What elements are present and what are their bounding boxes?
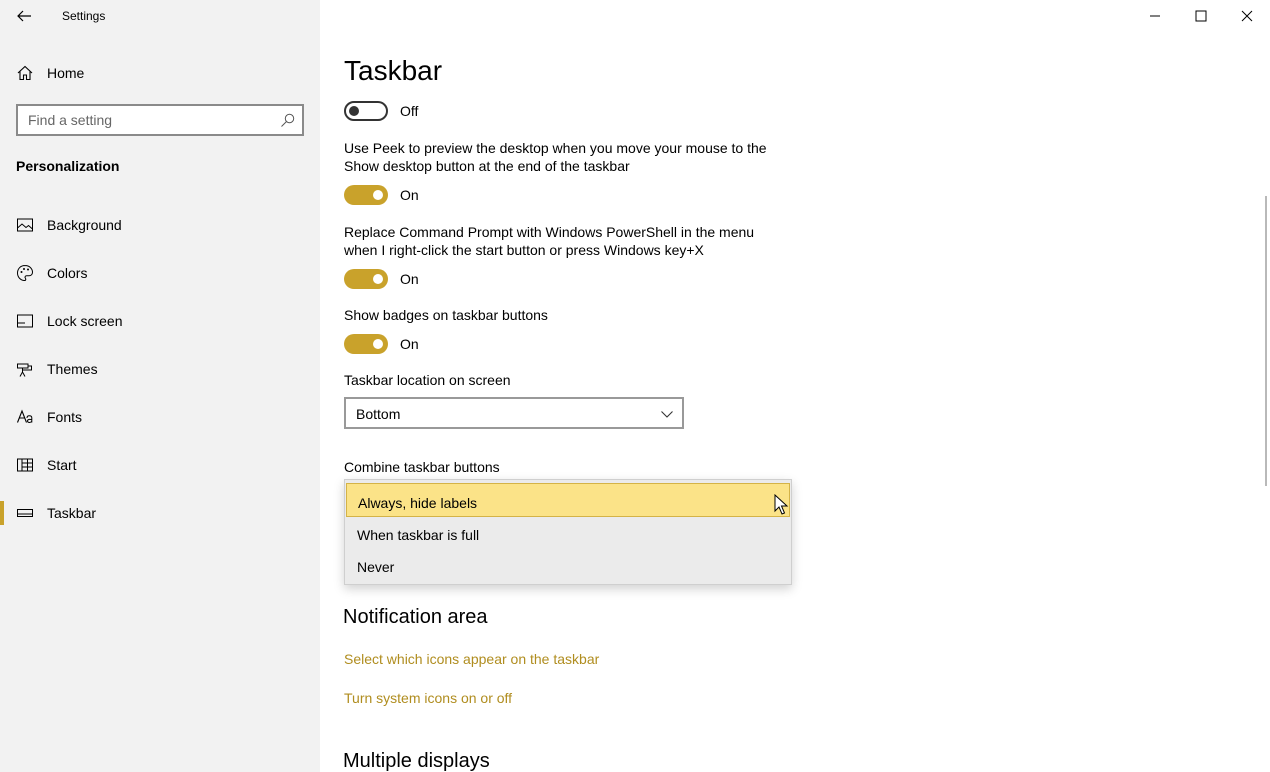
sidebar-item-background[interactable]: Background	[0, 205, 320, 245]
dropdown-option-when-full[interactable]: When taskbar is full	[346, 516, 790, 550]
toggle-row-peek: On	[344, 185, 419, 205]
sidebar-item-lock-screen[interactable]: Lock screen	[0, 301, 320, 341]
scrollbar[interactable]	[1265, 196, 1267, 486]
page-title: Taskbar	[344, 55, 443, 86]
dropdown-option-always[interactable]: Always, hide labels	[346, 483, 790, 517]
taskbar-icon	[17, 509, 33, 517]
select-value: Bottom	[356, 406, 401, 422]
app-title: Settings	[62, 9, 106, 23]
toggle-state-label: Off	[400, 103, 419, 119]
toggle-knob	[373, 274, 383, 284]
home-label: Home	[47, 65, 85, 81]
search-icon[interactable]	[280, 113, 295, 128]
toggle-knob	[373, 190, 383, 200]
toggle-state-label: On	[400, 187, 419, 203]
toggle-state-label: On	[400, 271, 419, 287]
window-controls	[1132, 0, 1270, 32]
mouse-cursor-icon	[774, 494, 789, 515]
chevron-down-icon	[661, 411, 673, 418]
badges-toggle[interactable]	[344, 334, 388, 354]
system-icons-link[interactable]: Turn system icons on or off	[344, 690, 512, 706]
sidebar-item-label: Colors	[47, 265, 88, 281]
minimize-button[interactable]	[1132, 0, 1178, 32]
section-heading: Personalization	[16, 158, 120, 174]
sidebar-item-taskbar[interactable]: Taskbar	[0, 493, 320, 533]
powershell-setting-description: Replace Command Prompt with Windows Powe…	[344, 224, 755, 258]
toggle-knob	[373, 339, 383, 349]
back-button[interactable]	[8, 1, 40, 31]
toggle-state-label: On	[400, 336, 419, 352]
maximize-icon	[1195, 10, 1207, 22]
sidebar-item-label: Background	[47, 217, 122, 233]
title-bar: Settings	[0, 0, 320, 32]
taskbar-location-select[interactable]: Bottom	[344, 397, 684, 429]
palette-icon	[16, 264, 34, 282]
close-button[interactable]	[1224, 0, 1270, 32]
combine-label: Combine taskbar buttons	[344, 459, 500, 475]
peek-setting-description: Use Peek to preview the desktop when you…	[344, 140, 767, 174]
sidebar-item-start[interactable]: Start	[0, 445, 320, 485]
option-label: Never	[357, 559, 395, 575]
sidebar: Settings Home Personalization Background…	[0, 0, 320, 772]
close-icon	[1241, 10, 1253, 22]
sidebar-item-label: Fonts	[47, 409, 83, 425]
notification-area-heading: Notification area	[343, 606, 488, 628]
powershell-toggle[interactable]	[344, 269, 388, 289]
maximize-button[interactable]	[1178, 0, 1224, 32]
main-content: Taskbar Off Use Peek to preview the desk…	[320, 0, 1270, 772]
sidebar-item-fonts[interactable]: Fonts	[0, 397, 320, 437]
sidebar-item-home[interactable]: Home	[0, 56, 320, 90]
toggle-switch[interactable]	[344, 101, 388, 121]
badges-setting-description: Show badges on taskbar buttons	[344, 307, 548, 323]
sidebar-item-label: Taskbar	[47, 505, 97, 521]
toggle-row-top: Off	[344, 101, 418, 121]
option-label: Always, hide labels	[358, 495, 478, 511]
home-icon	[17, 65, 33, 81]
sidebar-item-colors[interactable]: Colors	[0, 253, 320, 293]
search-input[interactable]	[18, 106, 268, 134]
select-icons-link[interactable]: Select which icons appear on the taskbar	[344, 651, 599, 667]
peek-toggle[interactable]	[344, 185, 388, 205]
sidebar-item-label: Themes	[47, 361, 98, 377]
toggle-row-badges: On	[344, 334, 419, 354]
toggle-knob	[349, 106, 359, 116]
location-label: Taskbar location on screen	[344, 372, 511, 388]
sidebar-item-label: Lock screen	[47, 313, 123, 329]
picture-icon	[17, 218, 33, 232]
lock-screen-icon	[17, 314, 33, 328]
minimize-icon	[1150, 15, 1160, 17]
sidebar-item-label: Start	[47, 457, 77, 473]
back-arrow-icon	[17, 10, 31, 22]
option-label: When taskbar is full	[357, 527, 480, 543]
dropdown-option-never[interactable]: Never	[346, 548, 790, 582]
combine-dropdown-list: Always, hide labels When taskbar is full…	[344, 479, 792, 585]
sidebar-item-themes[interactable]: Themes	[0, 349, 320, 389]
active-indicator	[0, 501, 4, 525]
multiple-displays-heading: Multiple displays	[343, 750, 490, 772]
search-box[interactable]	[16, 104, 304, 136]
start-grid-icon	[17, 458, 33, 472]
brush-icon	[17, 363, 32, 377]
toggle-row-powershell: On	[344, 269, 419, 289]
font-icon	[16, 409, 33, 423]
